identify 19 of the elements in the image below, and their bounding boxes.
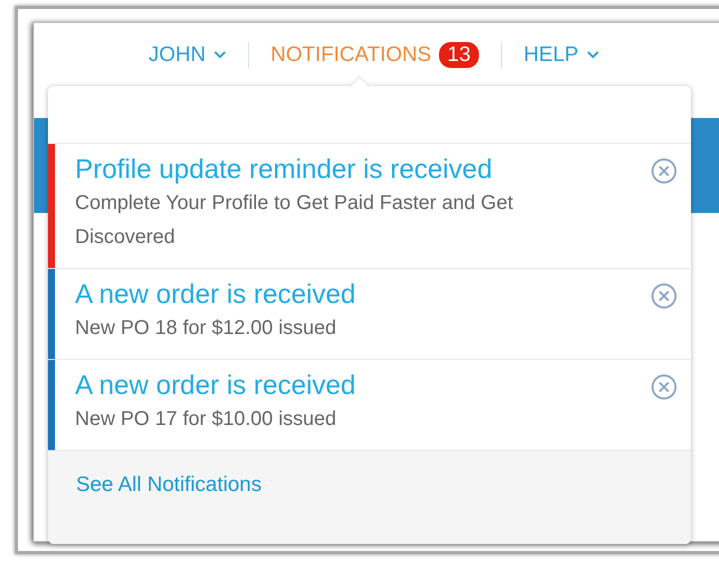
notification-message: New PO 18 for $12.00 issued xyxy=(75,316,338,341)
notification-title: A new order is received xyxy=(75,278,357,311)
close-icon[interactable] xyxy=(651,158,677,184)
chevron-down-icon xyxy=(586,50,598,58)
nav-menu-item[interactable]: JOHN xyxy=(126,42,248,66)
close-icon[interactable] xyxy=(651,283,677,309)
see-all-link[interactable]: See All Notifications xyxy=(76,473,262,496)
close-icon[interactable] xyxy=(651,374,677,400)
notification-item[interactable]: Profile update reminder is received Complete Your Profile to Get Paid Faster and Get Discovered xyxy=(48,144,691,269)
notification-title: A new order is received xyxy=(75,369,357,402)
nav-menu-item[interactable]: NOTIFICATIONS 13 xyxy=(248,42,501,68)
chevron-down-icon xyxy=(214,50,226,58)
notification-message: Complete Your Profile to Get Paid Faster and Get Discovered xyxy=(75,191,514,250)
notification-item[interactable]: A new order is received New PO 18 for $12.00 issued xyxy=(48,269,691,360)
notification-title: Profile update reminder is received xyxy=(75,153,494,186)
count-badge: 13 xyxy=(439,42,479,68)
notification-item[interactable]: A new order is received New PO 17 for $10.00 issued xyxy=(48,360,691,451)
nav-menu-item[interactable]: HELP xyxy=(502,42,620,66)
notification-message: New PO 17 for $10.00 issued xyxy=(75,407,338,432)
